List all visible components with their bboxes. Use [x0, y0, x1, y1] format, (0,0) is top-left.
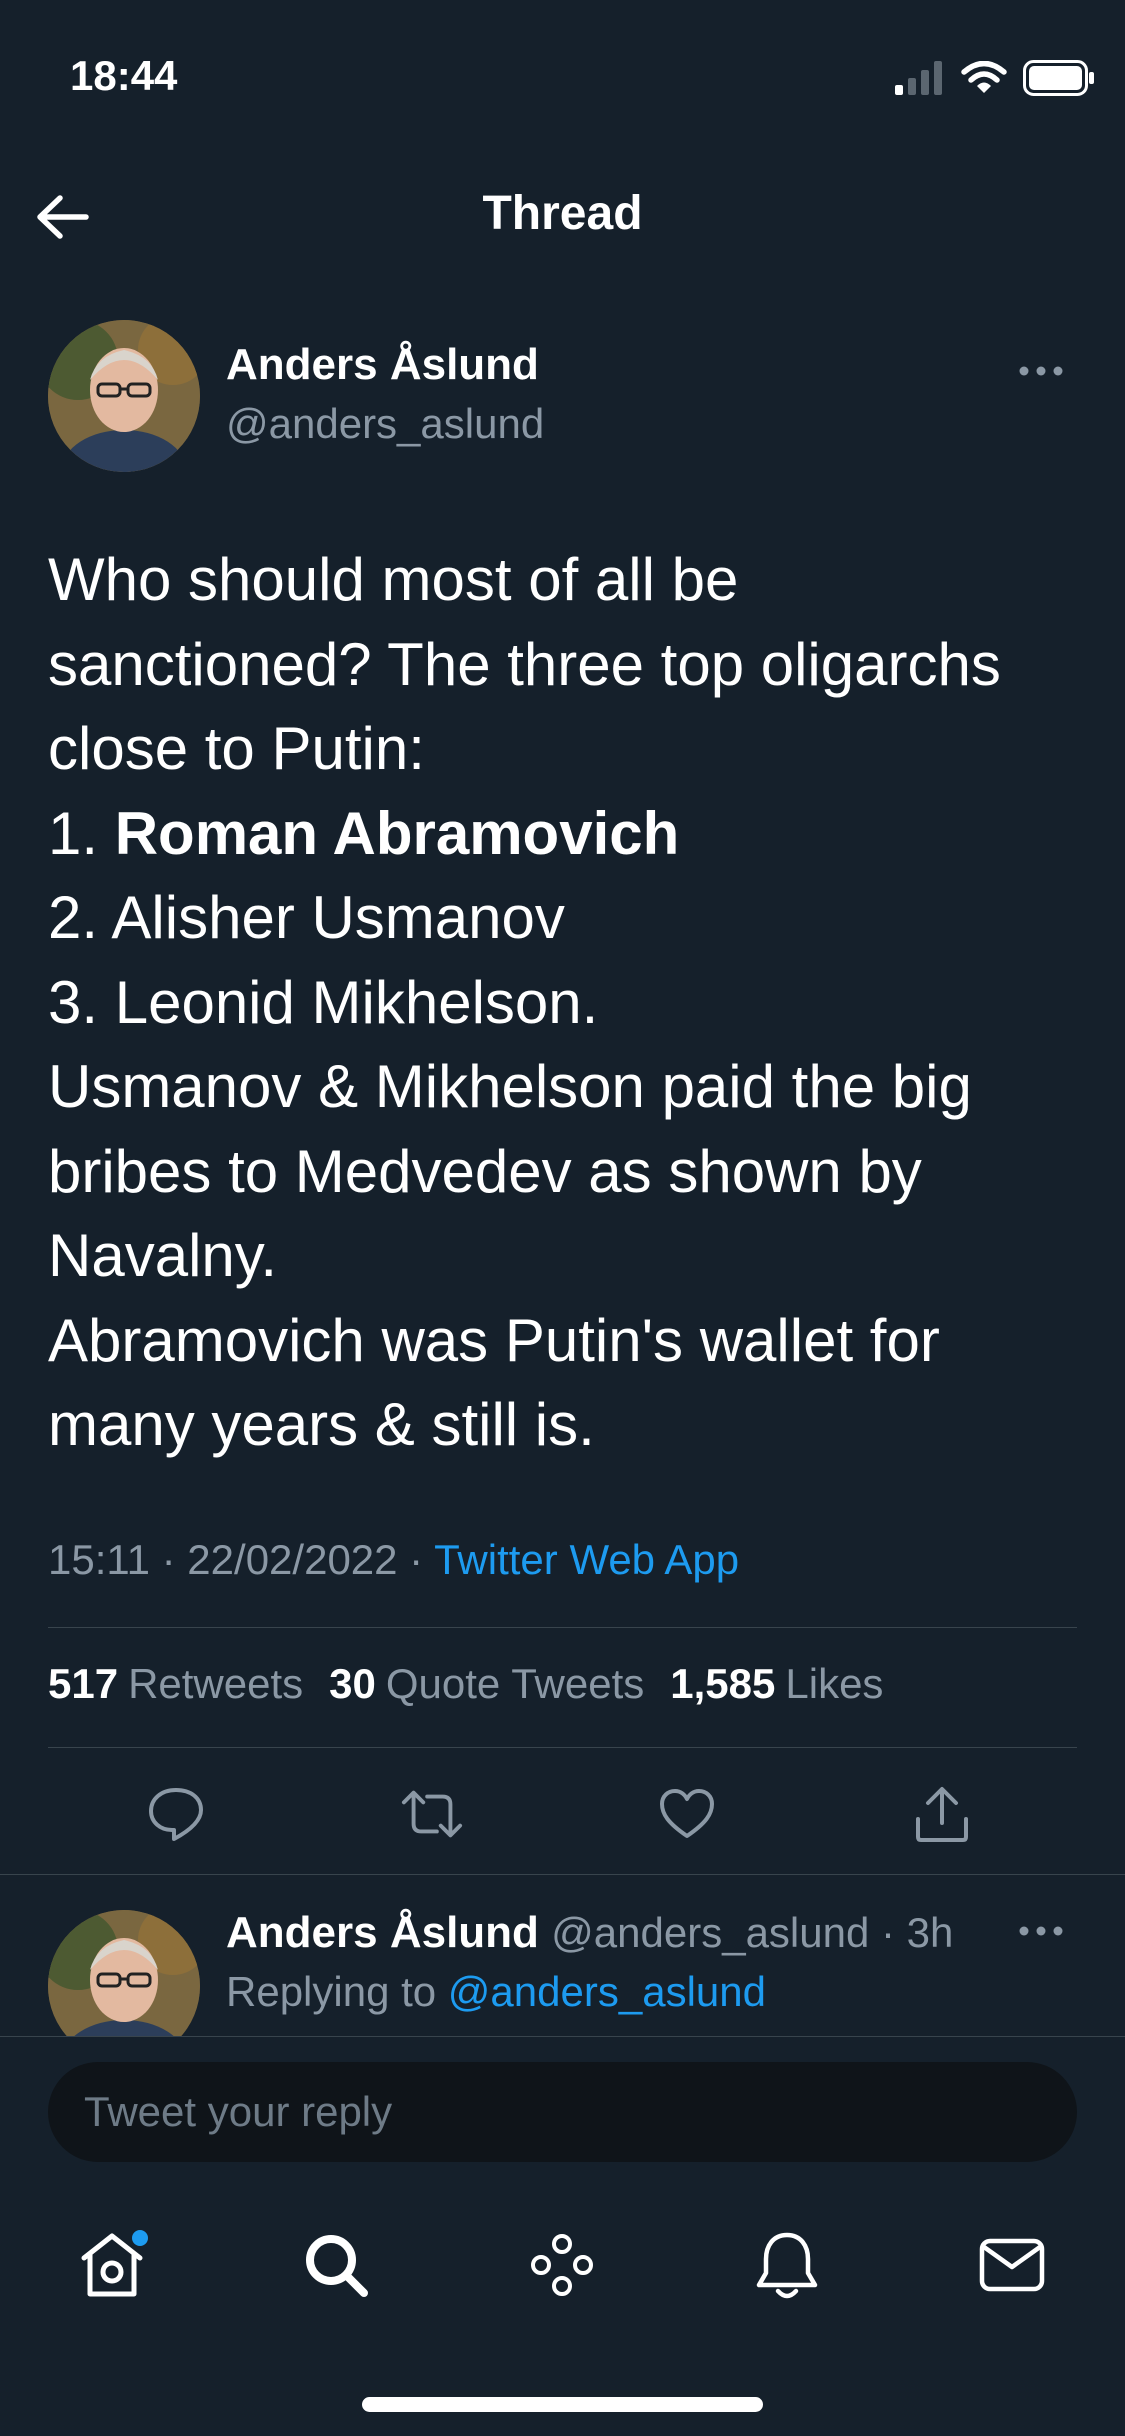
divider — [48, 1747, 1077, 1748]
replying-to: Replying to @anders_aslund — [226, 1968, 766, 2016]
like-button[interactable] — [655, 1782, 719, 1846]
twitter-thread-screen: 18:44 Thread Anders Åslund @anders_aslun… — [0, 0, 1125, 2436]
list-number: 1. — [48, 799, 99, 867]
tab-notifications[interactable] — [747, 2225, 827, 2305]
search-icon — [306, 2235, 368, 2297]
author-handle[interactable]: @anders_aslund — [226, 400, 544, 448]
tweet-line: bribes to Medvedev as shown by — [48, 1137, 922, 1205]
tweet-line: Abramovich was Putin's wallet for — [48, 1306, 940, 1374]
tweet-line: 3. Leonid Mikhelson. — [48, 968, 599, 1036]
likes-count: 1,585 — [670, 1660, 776, 1707]
reply-button[interactable] — [144, 1782, 208, 1846]
reply-header: Anders Åslund @anders_aslund · 3h — [226, 1908, 953, 1958]
author-avatar[interactable] — [48, 320, 200, 472]
tab-home[interactable] — [72, 2225, 152, 2305]
engagement-stats: 517 Retweets 30 Quote Tweets 1,585 Likes — [48, 1660, 883, 1708]
notification-dot — [132, 2230, 148, 2246]
tweet-line: 2. Alisher Usmanov — [48, 884, 565, 951]
home-indicator[interactable] — [362, 2397, 763, 2412]
author-name[interactable]: Anders Åslund — [226, 340, 539, 390]
quotes-stat[interactable]: 30 Quote Tweets — [329, 1660, 644, 1708]
tab-spaces[interactable] — [522, 2225, 602, 2305]
notifications-icon — [756, 2232, 818, 2299]
tweet-timestamp: 15:11 · 22/02/2022 · — [48, 1536, 435, 1583]
tweet-line: Navalny. — [48, 1222, 277, 1289]
divider — [48, 1627, 1077, 1628]
messages-icon — [979, 2238, 1045, 2292]
signal-icon — [895, 61, 942, 95]
heart-icon — [660, 1789, 714, 1838]
tweet-meta: 15:11 · 22/02/2022 · Twitter Web App — [48, 1536, 739, 1584]
tweet-actions — [0, 1782, 1125, 1842]
reply-time: 3h — [906, 1909, 954, 1956]
divider — [0, 1874, 1125, 1875]
retweets-count: 517 — [48, 1660, 119, 1707]
reply-icon — [149, 1788, 203, 1841]
replying-to-handle[interactable]: @anders_aslund — [448, 1968, 766, 2015]
tweet-line-bold: 1. Roman Abramovich — [48, 792, 1088, 877]
reply-more-options-button[interactable] — [1011, 1916, 1071, 1946]
tab-search[interactable] — [296, 2225, 376, 2305]
reply-author-handle[interactable]: @anders_aslund — [551, 1909, 869, 1956]
reply-author-avatar[interactable] — [48, 1910, 200, 2036]
retweet-icon — [401, 1790, 463, 1838]
tab-messages[interactable] — [972, 2225, 1052, 2305]
home-icon — [81, 2230, 148, 2297]
more-icon — [1019, 1926, 1063, 1936]
retweets-stat[interactable]: 517 Retweets — [48, 1660, 303, 1708]
battery-icon — [1023, 60, 1094, 96]
tweet-line: Who should most of all be — [48, 546, 739, 613]
status-time: 18:44 — [70, 52, 178, 99]
share-button[interactable] — [910, 1782, 974, 1846]
likes-stat[interactable]: 1,585 Likes — [670, 1660, 883, 1708]
retweet-button[interactable] — [400, 1782, 464, 1846]
quotes-count: 30 — [329, 1660, 376, 1707]
reply-separator: · — [869, 1909, 907, 1956]
tweet-line: close to Putin: — [48, 715, 425, 782]
wifi-icon — [961, 61, 1007, 93]
avatar-photo — [48, 320, 200, 472]
bold-name: Roman Abramovich — [114, 799, 680, 867]
divider — [0, 2036, 1125, 2037]
more-options-button[interactable] — [1011, 356, 1071, 386]
tweet-line: Usmanov & Mikhelson paid the big — [48, 1053, 972, 1120]
avatar-photo — [48, 1910, 200, 2036]
quotes-label: Quote Tweets — [385, 1660, 645, 1707]
tweet-line: many years & still is. — [48, 1391, 595, 1458]
reply-author-name[interactable]: Anders Åslund — [226, 1908, 539, 1957]
replying-to-label: Replying to — [226, 1968, 448, 2015]
spaces-icon — [531, 2234, 593, 2296]
more-icon — [1019, 366, 1063, 376]
tweet-text: Who should most of all be sanctioned? Th… — [48, 538, 1088, 1468]
source-app-link[interactable]: Twitter Web App — [434, 1536, 739, 1583]
reply-input[interactable] — [48, 2062, 1077, 2162]
retweets-label: Retweets — [128, 1660, 304, 1707]
likes-label: Likes — [785, 1660, 884, 1707]
tweet-line: sanctioned? The three top oligarchs — [48, 630, 1001, 698]
share-icon — [916, 1787, 968, 1842]
page-title: Thread — [482, 187, 643, 240]
status-icons — [895, 60, 1095, 96]
